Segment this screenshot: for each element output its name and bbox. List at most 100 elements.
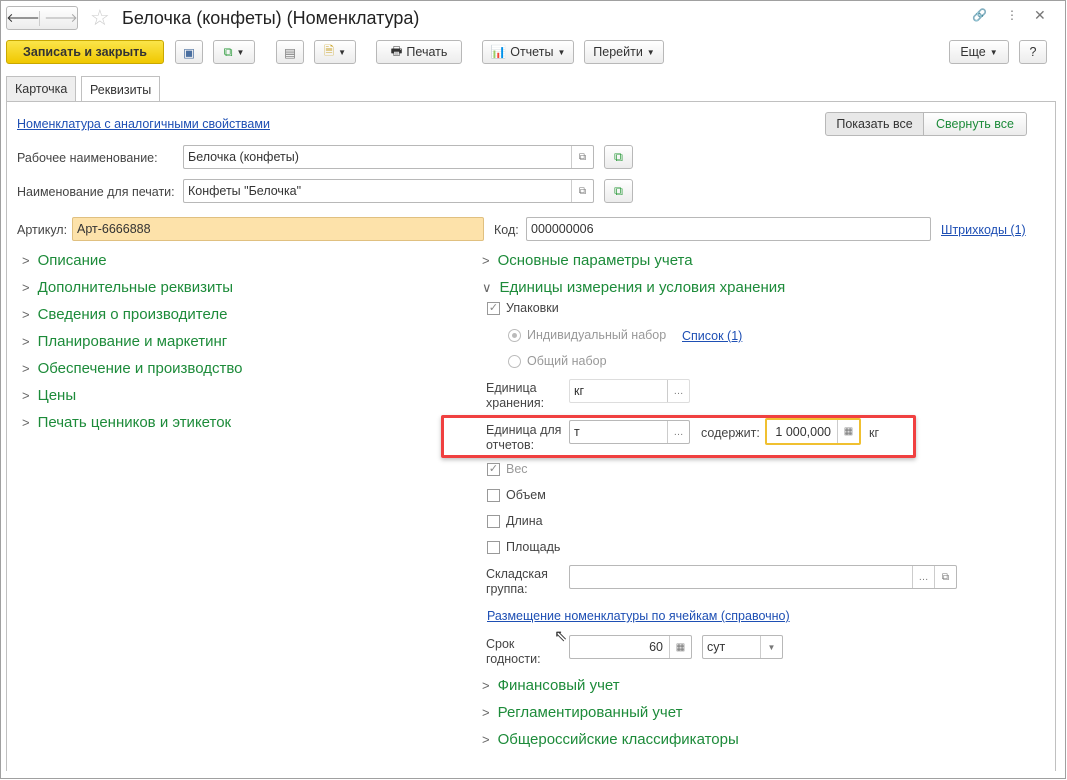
- print-name-value: Конфеты "Белочка": [188, 184, 302, 198]
- chevron-right-icon: >: [22, 334, 30, 349]
- group-financial[interactable]: > Финансовый учет: [482, 677, 620, 694]
- dropdown-icon[interactable]: ▼: [760, 636, 782, 658]
- group-basic[interactable]: > Основные параметры учета: [482, 252, 693, 269]
- packages-checkbox[interactable]: ✓ Упаковки: [487, 301, 559, 315]
- print-name-input[interactable]: Конфеты "Белочка" ⧉: [183, 179, 594, 203]
- group-left-2[interactable]: > Сведения о производителе: [22, 306, 227, 323]
- shelf-life-input[interactable]: 60 ▦: [569, 635, 692, 659]
- open-icon[interactable]: ⧉: [571, 146, 593, 168]
- check-icon: ✓: [487, 301, 500, 315]
- print-label: Печать: [406, 45, 448, 59]
- shelf-life-value: 60: [649, 640, 663, 654]
- create-based-icon: ⧉: [223, 44, 233, 59]
- group-label: Регламентированный учет: [497, 704, 683, 721]
- work-name-input[interactable]: Белочка (конфеты) ⧉: [183, 145, 594, 169]
- help-button[interactable]: ?: [1019, 40, 1047, 64]
- label-line: годности:: [486, 652, 541, 666]
- dropdown-icon: ▼: [236, 47, 245, 57]
- save-close-button[interactable]: Записать и закрыть: [6, 40, 164, 64]
- length-label: Длина: [506, 514, 543, 528]
- code-input[interactable]: 000000006: [526, 217, 931, 241]
- wh-group-input[interactable]: … ⧉: [569, 565, 957, 589]
- group-regulated[interactable]: > Регламентированный учет: [482, 704, 682, 721]
- menu-icon[interactable]: ⋮: [1006, 8, 1018, 22]
- print-button[interactable]: 🖶 Печать: [376, 40, 462, 64]
- more-button[interactable]: Еще ▼: [949, 40, 1009, 64]
- reports-label: Отчеты: [510, 45, 554, 59]
- print-name-lang-button[interactable]: ⧉: [604, 179, 633, 203]
- report-unit-label: Единица для отчетов:: [486, 423, 561, 453]
- open-icon[interactable]: ⧉: [934, 566, 956, 588]
- goto-label: Перейти: [593, 45, 643, 59]
- reports-button[interactable]: 📊 Отчеты ▼: [482, 40, 574, 64]
- weight-label: Вес: [506, 462, 528, 476]
- collapse-all-button[interactable]: Свернуть все: [923, 112, 1027, 136]
- star-icon[interactable]: ☆: [90, 5, 110, 31]
- group-left-0[interactable]: > Описание: [22, 252, 107, 269]
- volume-checkbox[interactable]: Объем: [487, 488, 546, 502]
- article-label: Артикул:: [17, 223, 68, 237]
- events-button[interactable]: 🗎 ▼: [314, 40, 356, 64]
- group-left-6[interactable]: > Печать ценников и этикеток: [22, 414, 231, 431]
- tab-card[interactable]: Карточка: [6, 76, 77, 101]
- area-label: Площадь: [506, 540, 561, 554]
- close-icon[interactable]: ✕: [1034, 7, 1046, 24]
- shelf-unit-value: сут: [707, 640, 726, 654]
- select-icon[interactable]: …: [667, 421, 689, 443]
- save-button[interactable]: ▣: [175, 40, 203, 64]
- link-icon[interactable]: 🔗: [972, 8, 987, 22]
- forward-icon[interactable]: 🡒: [44, 11, 78, 26]
- select-icon[interactable]: …: [667, 380, 689, 402]
- open-icon[interactable]: ⧉: [571, 180, 593, 202]
- translate-icon: ⧉: [614, 149, 623, 164]
- chevron-down-icon: ∨: [482, 279, 492, 295]
- similar-link[interactable]: Номенклатура с аналогичными свойствами: [17, 117, 270, 131]
- goto-button[interactable]: Перейти ▼: [584, 40, 664, 64]
- report-unit-input[interactable]: т…: [569, 420, 690, 444]
- group-left-4[interactable]: > Обеспечение и производство: [22, 360, 243, 377]
- area-checkbox[interactable]: Площадь: [487, 540, 560, 554]
- label-line: Единица: [486, 381, 537, 395]
- storage-unit-input[interactable]: кг …: [569, 379, 690, 403]
- checkbox-box: [487, 540, 500, 554]
- radio-icon: [508, 328, 521, 342]
- weight-checkbox[interactable]: ✓ Вес: [487, 462, 528, 476]
- list-icon: ▤: [284, 45, 296, 60]
- group-left-1[interactable]: > Дополнительные реквизиты: [22, 279, 233, 296]
- label-line: отчетов:: [486, 438, 535, 452]
- shelf-unit-select[interactable]: сут ▼: [702, 635, 783, 659]
- group-label: Описание: [37, 252, 107, 269]
- tab-requisites[interactable]: Реквизиты: [81, 76, 161, 102]
- select-icon[interactable]: …: [912, 566, 934, 588]
- barcodes-link[interactable]: Штрихкоды (1): [941, 223, 1026, 237]
- code-label: Код:: [494, 223, 519, 237]
- group-left-5[interactable]: > Цены: [22, 387, 76, 404]
- group-label: Основные параметры учета: [497, 252, 693, 269]
- group-label: Цены: [37, 387, 77, 404]
- back-icon[interactable]: 🡐: [6, 10, 41, 26]
- common-radio[interactable]: Общий набор: [508, 354, 607, 368]
- length-checkbox[interactable]: Длина: [487, 514, 543, 528]
- calculator-icon[interactable]: ▦: [837, 420, 859, 443]
- storage-unit-value: кг: [574, 384, 585, 398]
- placement-link[interactable]: Размещение номенклатуры по ячейкам (спра…: [487, 609, 790, 623]
- contains-value: 1 000,000: [775, 424, 831, 439]
- chevron-right-icon: >: [22, 361, 30, 376]
- dropdown-icon: ▼: [557, 47, 566, 57]
- chevron-right-icon: >: [22, 280, 30, 295]
- list-link[interactable]: Список (1): [682, 329, 742, 343]
- article-input[interactable]: Арт-6666888: [72, 217, 484, 241]
- contains-input[interactable]: 1 000,000 ▦: [765, 418, 861, 445]
- group-units[interactable]: ∨ Единицы измерения и условия хранения: [482, 279, 785, 296]
- floppy-icon: ▣: [183, 45, 195, 60]
- group-left-3[interactable]: > Планирование и маркетинг: [22, 333, 227, 350]
- show-all-button[interactable]: Показать все: [825, 112, 924, 136]
- work-name-lang-button[interactable]: ⧉: [604, 145, 633, 169]
- individual-radio[interactable]: Индивидуальный набор: [508, 328, 666, 342]
- group-classifiers[interactable]: > Общероссийские классификаторы: [482, 731, 739, 748]
- radio-icon: [508, 354, 521, 368]
- label-line: Срок: [486, 637, 515, 651]
- list-button[interactable]: ▤: [276, 40, 304, 64]
- create-based-button[interactable]: ⧉ ▼: [213, 40, 255, 64]
- calculator-icon[interactable]: ▦: [669, 636, 691, 658]
